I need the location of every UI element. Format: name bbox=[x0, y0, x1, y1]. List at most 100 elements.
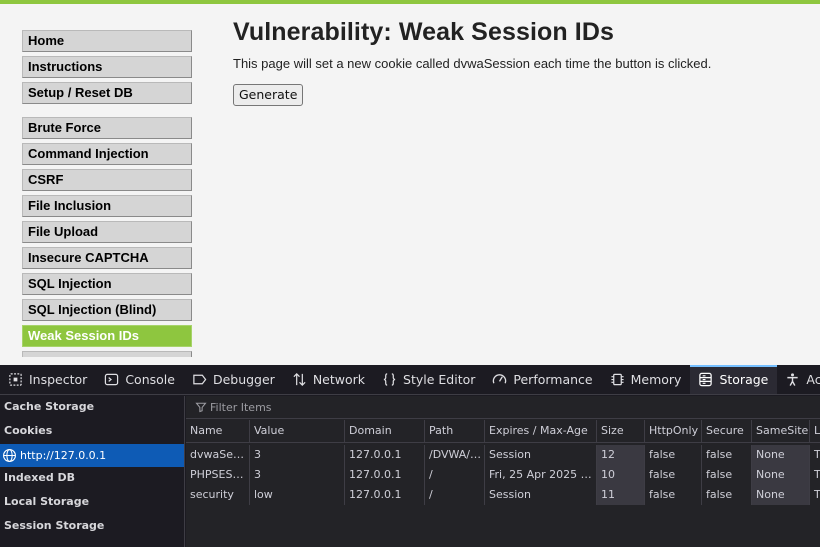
cell-secure: false bbox=[702, 485, 752, 505]
page-title: Vulnerability: Weak Session IDs bbox=[233, 18, 615, 46]
sidebar-item-indexed-db[interactable]: Indexed DB bbox=[0, 467, 184, 491]
table-row[interactable]: dvwaSes… 3 127.0.0.1 /DVWA/… Session 12 … bbox=[186, 445, 820, 465]
sidebar-item-cache-storage[interactable]: Cache Storage bbox=[0, 396, 184, 420]
tab-network-label: Network bbox=[312, 372, 366, 387]
menu-item-insecure-captcha[interactable]: Insecure CAPTCHA bbox=[22, 247, 192, 269]
column-header-domain[interactable]: Domain bbox=[345, 420, 425, 442]
debugger-icon bbox=[192, 372, 207, 387]
tab-style-editor[interactable]: Style Editor bbox=[374, 365, 484, 394]
menu-group-vulnerabilities: Brute Force Command Injection CSRF File … bbox=[22, 117, 192, 357]
column-header-last-accessed[interactable]: L bbox=[810, 420, 820, 442]
devtools-toolbar: Inspector Console Debugger Network Style… bbox=[0, 365, 820, 395]
menu-group-general: Home Instructions Setup / Reset DB bbox=[22, 30, 192, 104]
header-accent-bar bbox=[0, 0, 820, 4]
table-row[interactable]: security low 127.0.0.1 / Session 11 fals… bbox=[186, 485, 820, 505]
table-row[interactable]: PHPSES… 3 127.0.0.1 / Fri, 25 Apr 2025 1… bbox=[186, 465, 820, 485]
column-header-expires[interactable]: Expires / Max-Age bbox=[485, 420, 597, 442]
column-header-httponly[interactable]: HttpOnly bbox=[645, 420, 702, 442]
devtools-panel: Inspector Console Debugger Network Style… bbox=[0, 365, 820, 547]
cell-size: 10 bbox=[597, 465, 645, 485]
column-header-value[interactable]: Value bbox=[250, 420, 345, 442]
cell-path: /DVWA/… bbox=[425, 445, 485, 465]
cell-path: / bbox=[425, 485, 485, 505]
menu-item-brute-force[interactable]: Brute Force bbox=[22, 117, 192, 139]
tab-debugger[interactable]: Debugger bbox=[184, 365, 284, 394]
cell-name: PHPSES… bbox=[186, 465, 250, 485]
cell-size: 12 bbox=[597, 445, 645, 465]
generate-button[interactable]: Generate bbox=[233, 84, 304, 106]
menu-item-csrf[interactable]: CSRF bbox=[22, 169, 192, 191]
cookie-host-label: http://127.0.0.1 bbox=[20, 448, 107, 462]
storage-panel: Cache Storage Cookies http://127.0.0.1 I… bbox=[0, 396, 820, 547]
cell-samesite: None bbox=[752, 485, 810, 505]
cell-last-accessed: T bbox=[810, 445, 820, 465]
column-header-secure[interactable]: Secure bbox=[702, 420, 752, 442]
performance-icon bbox=[492, 372, 507, 387]
cookie-table-area: Filter Items Name Value Domain Path Expi… bbox=[186, 396, 820, 547]
column-header-name[interactable]: Name bbox=[186, 420, 250, 442]
menu-item-home[interactable]: Home bbox=[22, 30, 192, 52]
cell-secure: false bbox=[702, 465, 752, 485]
cell-size: 11 bbox=[597, 485, 645, 505]
storage-icon bbox=[698, 372, 713, 387]
menu-item-sql-injection-blind[interactable]: SQL Injection (Blind) bbox=[22, 299, 192, 321]
tab-console[interactable]: Console bbox=[96, 365, 184, 394]
cell-name: dvwaSes… bbox=[186, 445, 250, 465]
tab-performance-label: Performance bbox=[513, 372, 593, 387]
cell-samesite: None bbox=[752, 445, 810, 465]
tab-console-label: Console bbox=[125, 372, 175, 387]
tab-style-editor-label: Style Editor bbox=[403, 372, 476, 387]
table-header: Name Value Domain Path Expires / Max-Age… bbox=[186, 420, 820, 443]
filter-icon bbox=[195, 401, 207, 413]
sidebar-item-cookies[interactable]: Cookies bbox=[0, 420, 184, 444]
column-header-path[interactable]: Path bbox=[425, 420, 485, 442]
tab-storage-label: Storage bbox=[719, 372, 769, 387]
menu-item-instructions[interactable]: Instructions bbox=[22, 56, 192, 78]
tab-debugger-label: Debugger bbox=[212, 372, 275, 387]
tab-storage[interactable]: Storage bbox=[690, 365, 778, 394]
cell-value: low bbox=[250, 485, 345, 505]
menu-item-command-injection[interactable]: Command Injection bbox=[22, 143, 192, 165]
menu-item-file-inclusion[interactable]: File Inclusion bbox=[22, 195, 192, 217]
column-header-size[interactable]: Size bbox=[597, 420, 645, 442]
menu-item-next-partial[interactable] bbox=[22, 351, 192, 357]
style-editor-icon bbox=[382, 372, 397, 387]
globe-icon bbox=[2, 448, 17, 463]
cell-last-accessed: T bbox=[810, 465, 820, 485]
cell-httponly: false bbox=[645, 465, 702, 485]
cell-path: / bbox=[425, 465, 485, 485]
network-icon bbox=[292, 372, 307, 387]
menu-item-file-upload[interactable]: File Upload bbox=[22, 221, 192, 243]
sidebar-item-cookie-host[interactable]: http://127.0.0.1 bbox=[0, 444, 184, 467]
cell-domain: 127.0.0.1 bbox=[345, 465, 425, 485]
dvwa-page: Home Instructions Setup / Reset DB Brute… bbox=[0, 0, 820, 365]
column-header-samesite[interactable]: SameSite bbox=[752, 420, 810, 442]
menu-item-setup-reset-db[interactable]: Setup / Reset DB bbox=[22, 82, 192, 104]
tab-memory[interactable]: Memory bbox=[602, 365, 691, 394]
tab-performance[interactable]: Performance bbox=[484, 365, 601, 394]
cell-expires: Fri, 25 Apr 2025 13:… bbox=[485, 465, 597, 485]
side-menu: Home Instructions Setup / Reset DB Brute… bbox=[22, 30, 192, 365]
cell-expires: Session bbox=[485, 485, 597, 505]
sidebar-item-session-storage[interactable]: Session Storage bbox=[0, 515, 184, 539]
filter-bar[interactable]: Filter Items bbox=[186, 396, 820, 419]
tab-inspector-label: Inspector bbox=[29, 372, 88, 387]
tab-network[interactable]: Network bbox=[284, 365, 374, 394]
tab-accessibility[interactable]: Accessibility bbox=[777, 365, 820, 394]
accessibility-icon bbox=[785, 372, 800, 387]
cell-secure: false bbox=[702, 445, 752, 465]
page-description: This page will set a new cookie called d… bbox=[233, 56, 712, 71]
cell-last-accessed: T bbox=[810, 485, 820, 505]
memory-icon bbox=[610, 372, 625, 387]
cell-name: security bbox=[186, 485, 250, 505]
menu-item-weak-session-ids[interactable]: Weak Session IDs bbox=[22, 325, 192, 347]
filter-input[interactable]: Filter Items bbox=[210, 401, 272, 414]
cell-httponly: false bbox=[645, 445, 702, 465]
inspector-icon bbox=[8, 372, 23, 387]
menu-item-sql-injection[interactable]: SQL Injection bbox=[22, 273, 192, 295]
tab-inspector[interactable]: Inspector bbox=[0, 365, 96, 394]
cell-samesite: None bbox=[752, 465, 810, 485]
cell-value: 3 bbox=[250, 445, 345, 465]
tab-memory-label: Memory bbox=[630, 372, 682, 387]
sidebar-item-local-storage[interactable]: Local Storage bbox=[0, 491, 184, 515]
